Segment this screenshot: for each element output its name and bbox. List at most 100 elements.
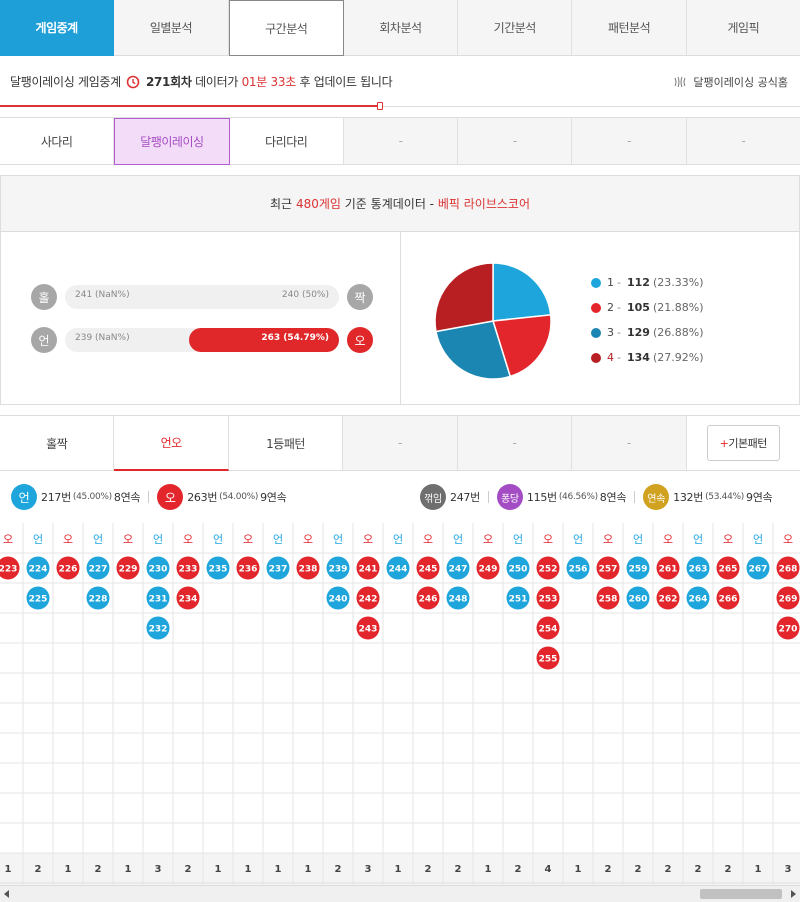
legend-dash: -: [617, 326, 621, 339]
column-header: 오: [243, 533, 253, 546]
under-badge: 언: [31, 327, 57, 353]
ball-number: 234: [179, 595, 198, 605]
game-tab-1[interactable]: 달팽이레이싱: [114, 118, 230, 165]
streak-length: 1: [125, 864, 132, 875]
ball-number: 226: [59, 565, 78, 575]
nav-tab-5[interactable]: 패턴분석: [572, 0, 687, 56]
over-badge: 오: [347, 327, 373, 353]
odd-badge: 홀: [31, 284, 57, 310]
scroll-right-arrow-icon[interactable]: [791, 890, 796, 898]
pattern-tab-2[interactable]: 1등패턴: [228, 416, 344, 471]
nav-tab-6[interactable]: 게임픽: [686, 0, 800, 56]
pie-slice-4: [434, 262, 494, 333]
turn-count: 247번: [450, 491, 480, 504]
legend-pct: (23.33%): [652, 276, 704, 289]
legend-pct: (21.88%): [652, 301, 704, 314]
streak-length: 1: [305, 864, 312, 875]
pattern-tab-1[interactable]: 언오: [114, 416, 229, 471]
rank-pie-panel: 1-112 (23.33%) 2-105 (21.88%) 3-129 (26.88%) 4…: [401, 232, 799, 405]
pattern-grid[interactable]: 오2231221언2242252222오2261223언2272282224오2…: [0, 523, 800, 885]
streak-length: 2: [335, 864, 342, 875]
game-tab-2[interactable]: 다리다리: [229, 118, 344, 165]
legend-item-2: 2-105 (21.88%): [591, 295, 703, 320]
nav-tab-4[interactable]: 기간분석: [458, 0, 573, 56]
streak-length: 1: [575, 864, 582, 875]
under-pct: (45.00%): [72, 492, 112, 502]
pie-slice-1: [492, 262, 552, 322]
streak-length: 2: [605, 864, 612, 875]
column-header: 오: [63, 533, 73, 546]
streak-length: 1: [485, 864, 492, 875]
update-bar: 달팽이레이싱 게임중계 271회차 데이터가 01분 33초 후 업데이트 됩니…: [0, 56, 800, 110]
nav-tab-0[interactable]: 게임중계: [0, 0, 115, 56]
pattern-summary: 언 217번 (45.00%) 8연속 오 263번 (54.00%) 9연속 꺾임 2…: [0, 471, 800, 523]
ball-number: 240: [329, 595, 348, 605]
pattern-tab-3: -: [343, 416, 458, 471]
legend-item-3: 3-129 (26.88%): [591, 320, 703, 345]
pong-streak: 8연속: [599, 491, 627, 504]
pattern-tab-0[interactable]: 홀짝: [0, 416, 115, 471]
nav-tab-3[interactable]: 회차분석: [343, 0, 459, 56]
under-circle: 언: [11, 484, 37, 510]
scroll-left-arrow-icon[interactable]: [4, 890, 9, 898]
basic-pattern-button[interactable]: +기본패턴: [706, 425, 780, 461]
ball-number: 246: [419, 595, 438, 605]
official-home-label: 달팽이레이싱 공식홈: [693, 76, 788, 89]
streak-length: 1: [65, 864, 72, 875]
column-header: 오: [783, 533, 793, 546]
column-header: 오: [3, 533, 13, 546]
column-header: 언: [213, 533, 223, 546]
ball-number: 228: [89, 595, 108, 605]
ball-number: 252: [539, 565, 558, 575]
official-home-link[interactable]: 달팽이레이싱 공식홈: [673, 74, 788, 91]
ball-number: 224: [29, 565, 48, 575]
game-tab-0[interactable]: 사다리: [0, 118, 115, 165]
pong-pct: (46.56%): [558, 492, 598, 502]
update-mid: 데이터가: [195, 75, 239, 89]
game-tab-6: -: [686, 118, 800, 165]
scroll-thumb[interactable]: [700, 889, 782, 899]
over-value: 263 (54.79%): [261, 333, 329, 343]
streak-length: 3: [155, 864, 162, 875]
ball-number: 242: [359, 595, 378, 605]
streak-length: 1: [5, 864, 12, 875]
ball-number: 244: [389, 565, 408, 575]
legend-item-1: 1-112 (23.33%): [591, 270, 703, 295]
odd-value: 241 (NaN%): [75, 290, 130, 300]
turn-summary: 꺾임 247번 퐁당 115번 (46.56%) 8연속 연속 132번 (53.44…: [420, 484, 773, 510]
ball-number: 253: [539, 595, 558, 605]
pattern-tab-4: -: [457, 416, 573, 471]
nav-tab-2[interactable]: 구간분석: [228, 0, 344, 56]
rank-pie-chart: [434, 262, 552, 380]
over-pct: (54.00%): [219, 492, 259, 502]
nav-tab-1[interactable]: 일별분석: [114, 0, 229, 56]
streak-length: 2: [425, 864, 432, 875]
ball-number: 225: [29, 595, 48, 605]
ball-number: 250: [509, 565, 528, 575]
game-tab-5: -: [572, 118, 687, 165]
update-text: 달팽이레이싱 게임중계 271회차 데이터가 01분 33초 후 업데이트 됩니…: [10, 73, 393, 92]
game-tab-3: -: [343, 118, 459, 165]
ball-number: 238: [299, 565, 318, 575]
column-header: 언: [333, 533, 343, 546]
stats-header: 최근 480게임 기준 통계데이터 - 베픽 라이브스코어: [1, 176, 799, 232]
legend-dot: [591, 277, 601, 288]
horizontal-scrollbar[interactable]: [0, 885, 800, 902]
ball-number: 263: [689, 565, 708, 575]
ball-number: 236: [239, 565, 258, 575]
ball-number: 223: [0, 565, 17, 575]
ball-number: 266: [719, 595, 738, 605]
odd-even-row: 홀 241 (NaN%) 240 (50%) 짝: [31, 284, 373, 310]
column-header: 언: [393, 533, 403, 546]
update-progress-bar: [0, 102, 383, 110]
column-header: 오: [423, 533, 433, 546]
clock-icon: [126, 75, 140, 92]
update-countdown: 01분 33초: [241, 75, 297, 89]
cont-streak: 9연속: [746, 491, 773, 504]
under-over-track: 239 (NaN%) 263 (54.79%): [65, 328, 339, 352]
legend-pct: (27.92%): [652, 351, 704, 364]
streak-length: 2: [515, 864, 522, 875]
column-header: 언: [273, 533, 283, 546]
legend-num: 4: [607, 351, 614, 364]
pattern-btn-cell: +기본패턴: [686, 416, 800, 471]
